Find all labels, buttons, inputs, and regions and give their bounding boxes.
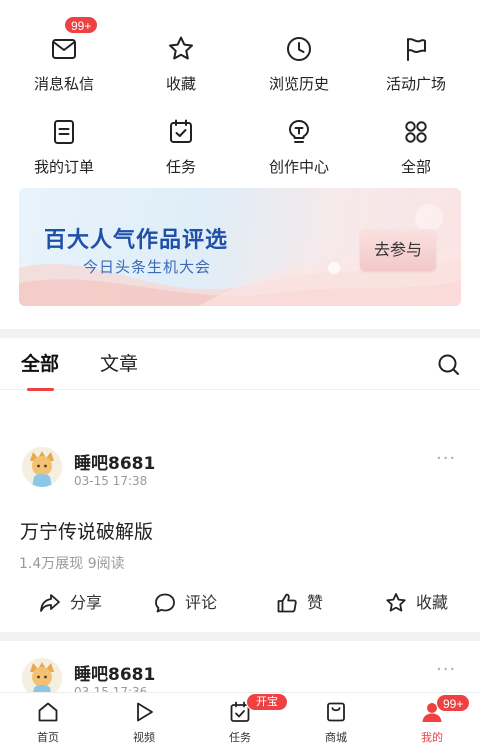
banner-subtitle: 今日头条生机大会 <box>83 258 212 276</box>
post-title[interactable]: 万宁传说破解版 <box>20 517 153 544</box>
post-author-name[interactable]: 睡吧8681 <box>74 449 155 474</box>
task-calendar-icon <box>170 119 192 143</box>
grid-item-activities[interactable]: 活动广场 <box>356 14 476 94</box>
banner-title: 百大人气作品评选 <box>44 228 229 253</box>
function-grid: 99+ 消息私信 收藏 浏览历史 活动广场 我的订单 任务 创作中心 全部 <box>0 0 480 180</box>
favorite-label: 收藏 <box>416 593 449 612</box>
bottom-navigation: 首页 视频 开宝箱 任务 商城 99+ 我的 <box>0 692 480 745</box>
nav-label: 我的 <box>421 731 443 744</box>
play-icon <box>137 702 153 722</box>
share-button[interactable]: 分享 <box>38 591 118 615</box>
grid-item-all[interactable]: 全部 <box>356 97 476 177</box>
favorite-button[interactable]: 收藏 <box>384 591 464 615</box>
active-tab-indicator <box>27 388 54 391</box>
share-label: 分享 <box>70 593 103 612</box>
grid-label: 收藏 <box>165 75 196 93</box>
tab-all[interactable]: 全部 <box>21 352 59 376</box>
promo-banner[interactable]: 百大人气作品评选 今日头条生机大会 去参与 <box>19 188 461 306</box>
comment-icon <box>155 593 175 613</box>
post-divider <box>0 632 480 641</box>
post-time: 03-15 17:38 <box>74 474 148 488</box>
content-tabs: 全部 文章 <box>0 340 480 391</box>
grid-item-orders[interactable]: 我的订单 <box>4 97 124 177</box>
like-label: 赞 <box>307 593 324 612</box>
more-options-icon[interactable]: ··· <box>436 448 456 469</box>
nav-mall[interactable]: 商城 <box>288 693 384 745</box>
post-stats: 1.4万展现 9阅读 <box>19 556 125 572</box>
grid-label: 全部 <box>400 158 431 176</box>
star-icon <box>169 36 193 60</box>
grid-item-history[interactable]: 浏览历史 <box>239 14 359 94</box>
grid-dots-icon <box>405 121 427 143</box>
nav-me[interactable]: 99+ 我的 <box>384 693 480 745</box>
grid-label: 浏览历史 <box>268 75 329 93</box>
grid-item-favorites[interactable]: 收藏 <box>121 14 241 94</box>
home-icon <box>38 702 58 722</box>
post-author-name[interactable]: 睡吧8681 <box>74 660 155 685</box>
nav-label: 视频 <box>133 731 155 744</box>
star-icon <box>386 593 406 612</box>
clock-icon <box>287 37 311 61</box>
nav-home[interactable]: 首页 <box>0 693 96 745</box>
grid-item-tasks[interactable]: 任务 <box>121 97 241 177</box>
shopping-bag-icon <box>327 702 345 722</box>
unread-badge: 99+ <box>64 16 99 34</box>
nav-label: 首页 <box>37 731 59 744</box>
profile-badge: 99+ <box>436 694 471 712</box>
comment-button[interactable]: 评论 <box>153 591 233 615</box>
mail-icon <box>52 39 76 59</box>
nav-label: 商城 <box>325 731 347 744</box>
share-icon <box>40 594 60 612</box>
flag-icon <box>407 38 426 61</box>
nav-video[interactable]: 视频 <box>96 693 192 745</box>
grid-item-creator-center[interactable]: 创作中心 <box>239 97 359 177</box>
treasure-chest-badge[interactable]: 开宝箱 <box>246 693 288 724</box>
section-divider <box>0 329 480 338</box>
grid-label: 任务 <box>165 158 196 176</box>
grid-label: 创作中心 <box>268 158 329 176</box>
grid-label: 活动广场 <box>385 75 446 93</box>
nav-task[interactable]: 开宝箱 任务 <box>192 693 288 745</box>
grid-label: 消息私信 <box>33 75 94 93</box>
search-icon[interactable] <box>436 352 462 378</box>
cartoon-avatar-icon <box>22 447 62 487</box>
thumbs-up-icon <box>277 593 297 613</box>
more-options-icon[interactable]: ··· <box>436 659 456 680</box>
tab-articles[interactable]: 文章 <box>100 352 138 376</box>
join-button[interactable]: 去参与 <box>360 229 436 271</box>
comment-label: 评论 <box>185 593 218 612</box>
avatar[interactable] <box>22 447 62 487</box>
grid-label: 我的订单 <box>33 158 94 176</box>
grid-item-messages[interactable]: 99+ 消息私信 <box>4 14 124 94</box>
nav-label: 任务 <box>229 731 251 744</box>
order-icon <box>54 120 74 144</box>
bulb-icon <box>289 120 309 143</box>
like-button[interactable]: 赞 <box>275 591 335 615</box>
